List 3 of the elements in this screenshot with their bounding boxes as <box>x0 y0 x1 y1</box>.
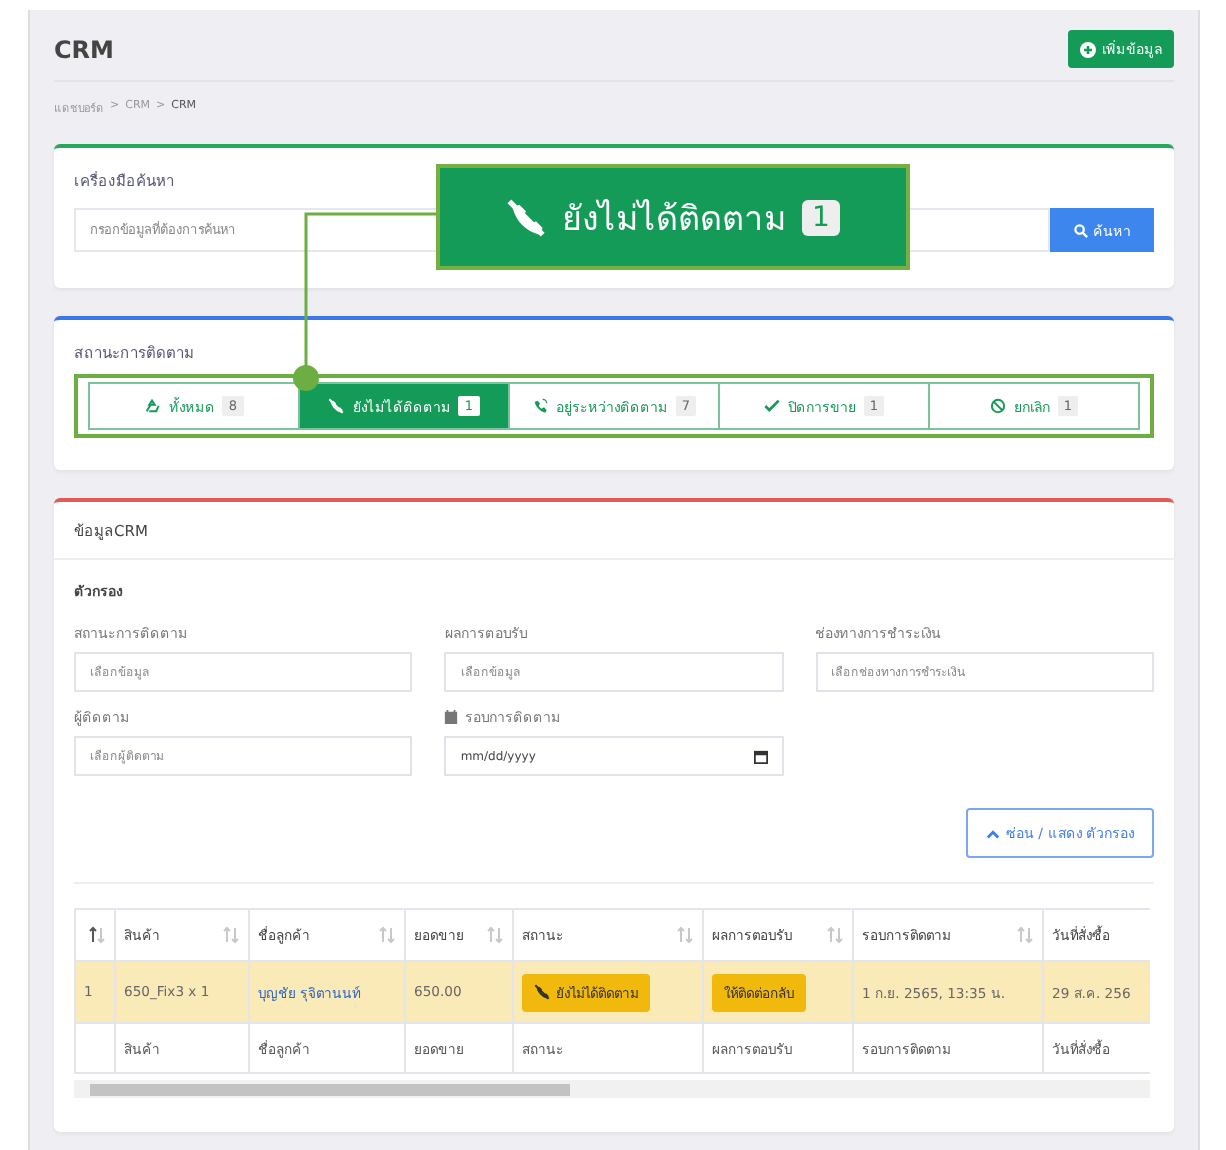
count-badge: 1 <box>802 199 840 235</box>
callout-label: ยังไม่ได้ติดตาม <box>562 197 787 244</box>
page-title: CRM <box>54 35 114 63</box>
